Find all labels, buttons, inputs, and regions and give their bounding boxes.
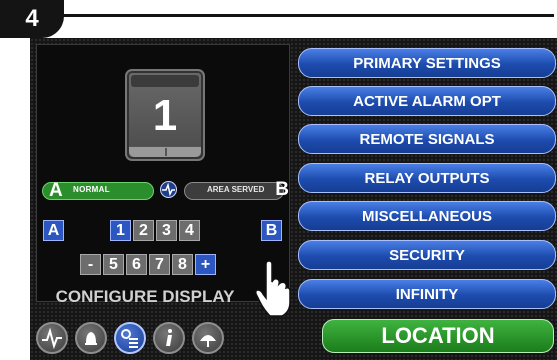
menu-miscellaneous[interactable]: MISCELLANEOUS (298, 201, 556, 231)
indicator-a: A NORMAL (42, 180, 154, 201)
menu-relay-outputs[interactable]: RELAY OUTPUTS (298, 163, 556, 193)
configure-display-label: CONFIGURE DISPLAY (55, 287, 235, 306)
indicator-b-text: AREA SERVED (207, 185, 265, 194)
display-number: 1 (152, 91, 178, 140)
waveform-icon[interactable] (36, 322, 68, 354)
menu-remote-signals[interactable]: REMOTE SIGNALS (298, 124, 556, 154)
indicator-b: AREA SERVED B (184, 179, 289, 200)
digit-key-7[interactable]: 7 (149, 254, 170, 275)
step-number-badge: 4 (0, 0, 64, 38)
configure-display-screen: 1 A NORMAL AREA SERVED B A 1 2 3 4 B - 5… (36, 44, 290, 302)
bell-icon[interactable] (75, 322, 107, 354)
plus-key[interactable]: + (195, 254, 216, 275)
digit-key-2[interactable]: 2 (133, 220, 154, 241)
digit-key-8[interactable]: 8 (172, 254, 193, 275)
location-button[interactable]: LOCATION (322, 319, 554, 353)
step-divider-line (60, 14, 554, 17)
indicator-a-text: NORMAL (73, 185, 110, 194)
digit-key-5[interactable]: 5 (103, 254, 124, 275)
select-a-key[interactable]: A (43, 220, 64, 241)
digit-key-1[interactable]: 1 (110, 220, 131, 241)
digit-key-4[interactable]: 4 (179, 220, 200, 241)
pointing-hand-icon (255, 260, 291, 317)
minus-key[interactable]: - (80, 254, 101, 275)
display-preview: 1 (125, 69, 205, 161)
fan-icon[interactable] (192, 322, 224, 354)
menu-primary-settings[interactable]: PRIMARY SETTINGS (298, 48, 556, 78)
indicator-b-letter: B (275, 179, 289, 200)
info-icon[interactable] (153, 322, 185, 354)
select-b-key[interactable]: B (261, 220, 282, 241)
step-number: 4 (25, 5, 39, 32)
indicator-a-letter: A (49, 180, 63, 201)
digit-key-6[interactable]: 6 (126, 254, 147, 275)
waveform-indicator-icon (160, 181, 177, 198)
menu-infinity[interactable]: INFINITY (298, 279, 556, 309)
menu-active-alarm-opt[interactable]: ACTIVE ALARM OPT (298, 86, 556, 116)
device-panel: 1 A NORMAL AREA SERVED B A 1 2 3 4 B - 5… (30, 38, 557, 360)
settings-list-icon[interactable] (114, 322, 146, 354)
menu-security[interactable]: SECURITY (298, 240, 556, 270)
digit-key-3[interactable]: 3 (156, 220, 177, 241)
display-indicators-row: A NORMAL AREA SERVED B (42, 179, 289, 201)
